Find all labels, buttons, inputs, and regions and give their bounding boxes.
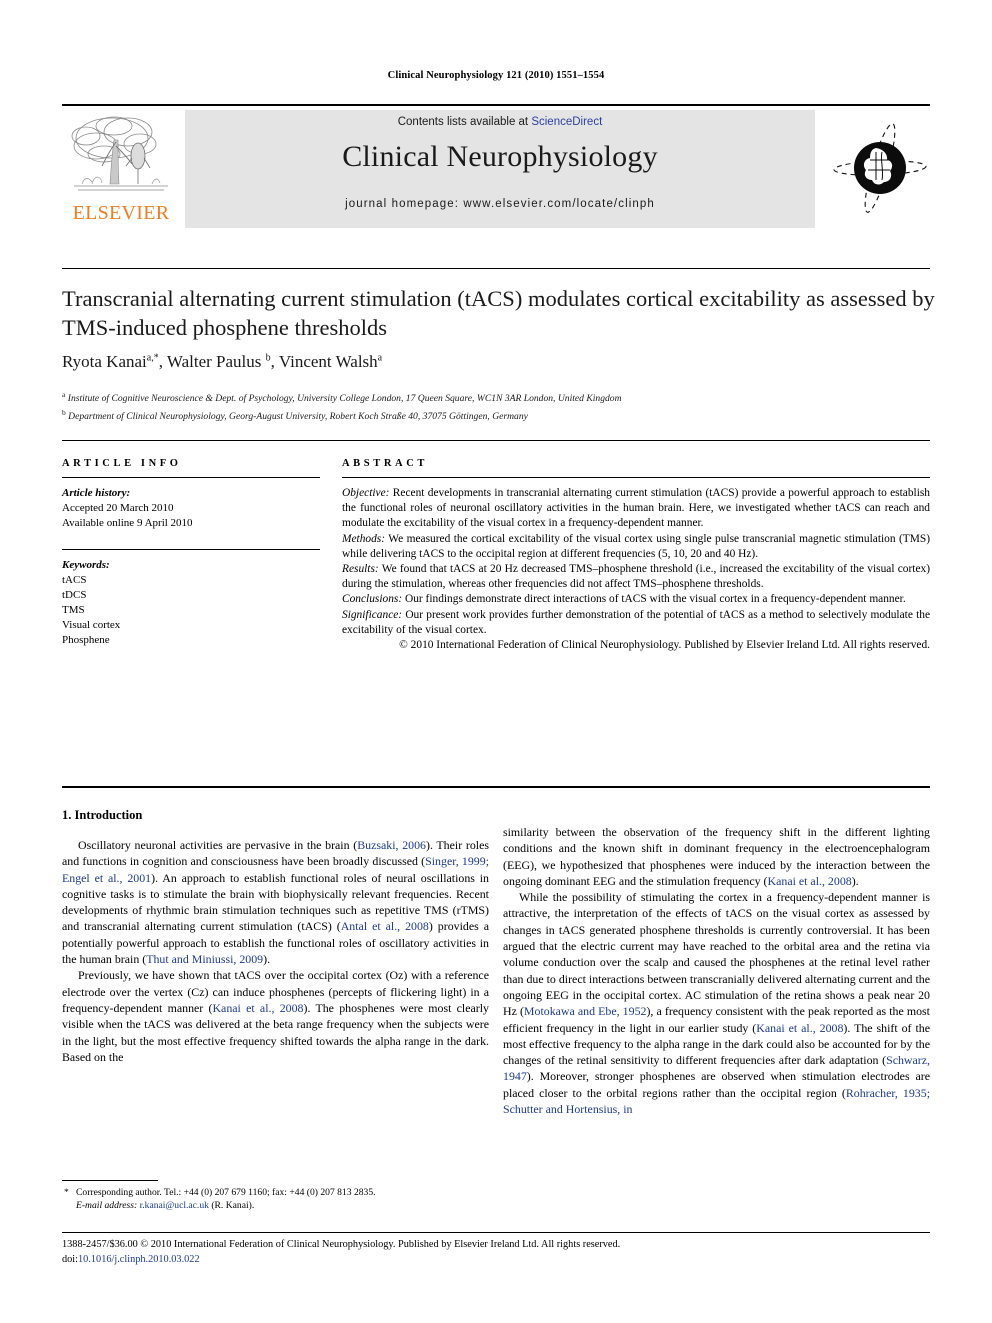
ifcn-journal-logo-icon	[833, 123, 927, 213]
abstract-body: Objective: Recent developments in transc…	[342, 486, 930, 653]
footnote-marker: *	[64, 1187, 69, 1198]
email-link[interactable]: r.kanai@ucl.ac.uk	[140, 1200, 209, 1211]
author-list: Ryota Kanaia,*, Walter Paulus b, Vincent…	[62, 352, 383, 371]
keywords-label: Keywords:	[62, 559, 110, 571]
email-label: E-mail address:	[76, 1200, 138, 1211]
body-column-right: similarity between the observation of th…	[503, 824, 930, 1117]
keyword-item: tACS	[62, 574, 87, 586]
paragraph: Previously, we have shown that tACS over…	[62, 968, 489, 1064]
colophon: 1388-2457/$36.00 © 2010 International Fe…	[62, 1238, 942, 1267]
abstract-section: Conclusions: Our findings demonstrate di…	[342, 592, 930, 607]
infoabstract-top-rule	[62, 440, 930, 441]
abstract-section: Objective: Recent developments in transc…	[342, 486, 930, 532]
abstract-section-text: We found that tACS at 20 Hz decreased TM…	[342, 563, 930, 591]
history-accepted: Accepted 20 March 2010	[62, 502, 174, 514]
paper-page: Clinical Neurophysiology 121 (2010) 1551…	[0, 0, 992, 1323]
article-info-column: ARTICLE INFO Article history: Accepted 2…	[62, 458, 320, 648]
affiliation-b: b Department of Clinical Neurophysiology…	[62, 407, 528, 422]
contents-line: Contents lists available at ScienceDirec…	[185, 116, 815, 128]
abstract-copyright: © 2010 International Federation of Clini…	[399, 639, 930, 652]
contents-prefix: Contents lists available at	[397, 116, 532, 128]
abstract-section-label: Objective:	[342, 487, 390, 499]
affiliations: a Institute of Cognitive Neuroscience & …	[62, 388, 942, 423]
article-info-heading: ARTICLE INFO	[62, 458, 182, 469]
title-divider	[62, 268, 930, 269]
article-title: Transcranial alternating current stimula…	[62, 286, 935, 340]
email-owner: (R. Kanai).	[211, 1200, 255, 1211]
footnote-rule	[62, 1180, 158, 1181]
journal-masthead: ELSEVIER Contents lists available at Sci…	[62, 110, 930, 228]
masthead-band: Contents lists available at ScienceDirec…	[185, 110, 815, 228]
paragraph: Oscillatory neuronal activities are perv…	[62, 838, 489, 967]
journal-title: Clinical Neurophysiology	[342, 140, 658, 173]
abstract-section-label: Methods:	[342, 532, 386, 545]
elsevier-tree-icon	[71, 116, 168, 191]
abstract-section-text: We measured the cortical excitability of…	[342, 532, 930, 560]
abstract-section-label: Results:	[342, 563, 379, 576]
paragraph: While the possibility of stimulating the…	[503, 890, 930, 1117]
footnote-text: Corresponding author. Tel.: +44 (0) 207 …	[76, 1187, 376, 1198]
masthead-top-rule	[62, 104, 930, 106]
affiliation-a: a Institute of Cognitive Neuroscience & …	[62, 390, 622, 405]
history-label: Article history:	[62, 487, 131, 499]
sciencedirect-link[interactable]: ScienceDirect	[531, 116, 602, 128]
abstract-section: Methods: We measured the cortical excita…	[342, 532, 930, 562]
elsevier-logo: ELSEVIER	[62, 110, 180, 228]
footnote-line-2: E-mail address: r.kanai@ucl.ac.uk (R. Ka…	[62, 1199, 489, 1212]
abstract-section-label: Significance:	[342, 608, 403, 621]
abstract-rule	[342, 477, 930, 478]
keyword-item: TMS	[62, 604, 85, 616]
keywords-block: Keywords: tACS tDCS TMS Visual cortex Ph…	[62, 558, 320, 648]
info-rule-1	[62, 477, 320, 478]
footnote-line-1: * Corresponding author. Tel.: +44 (0) 207…	[62, 1186, 489, 1199]
abstract-section-text: Our present work provides further demons…	[342, 608, 930, 636]
colophon-rule	[62, 1232, 930, 1233]
abstract-section-text: Our findings demonstrate direct interact…	[402, 593, 906, 606]
abstract-section-label: Conclusions:	[342, 593, 403, 606]
keyword-item: Visual cortex	[62, 619, 121, 631]
keyword-item: tDCS	[62, 589, 87, 601]
abstract-heading: ABSTRACT	[342, 458, 428, 469]
info-rule-2	[62, 549, 320, 550]
body-column-left: 1. Introduction Oscillatory neuronal act…	[62, 808, 489, 1065]
paragraph: similarity between the observation of th…	[503, 825, 930, 888]
doi-label: doi:	[62, 1253, 79, 1265]
article-history: Article history: Accepted 20 March 2010 …	[62, 486, 320, 531]
section-heading-introduction: 1. Introduction	[62, 808, 143, 822]
infoabstract-bottom-rule	[62, 786, 930, 788]
abstract-section-text: Recent developments in transcranial alte…	[342, 487, 930, 530]
running-head: Clinical Neurophysiology 121 (2010) 1551…	[387, 70, 605, 81]
colophon-doi: doi:10.1016/j.clinph.2010.03.022	[62, 1253, 942, 1268]
elsevier-wordmark: ELSEVIER	[72, 202, 170, 224]
corresponding-author-footnote: * Corresponding author. Tel.: +44 (0) 207…	[62, 1186, 489, 1212]
abstract-section: Results: We found that tACS at 20 Hz dec…	[342, 562, 930, 592]
colophon-line-1: 1388-2457/$36.00 © 2010 International Fe…	[62, 1239, 621, 1250]
journal-homepage[interactable]: journal homepage: www.elsevier.com/locat…	[185, 198, 815, 210]
keyword-item: Phosphene	[62, 634, 110, 646]
history-online: Available online 9 April 2010	[62, 517, 193, 529]
abstract-section: Significance: Our present work provides …	[342, 608, 930, 638]
abstract-column: ABSTRACT Objective: Recent developments …	[342, 458, 930, 653]
doi-link[interactable]: 10.1016/j.clinph.2010.03.022	[78, 1254, 200, 1265]
